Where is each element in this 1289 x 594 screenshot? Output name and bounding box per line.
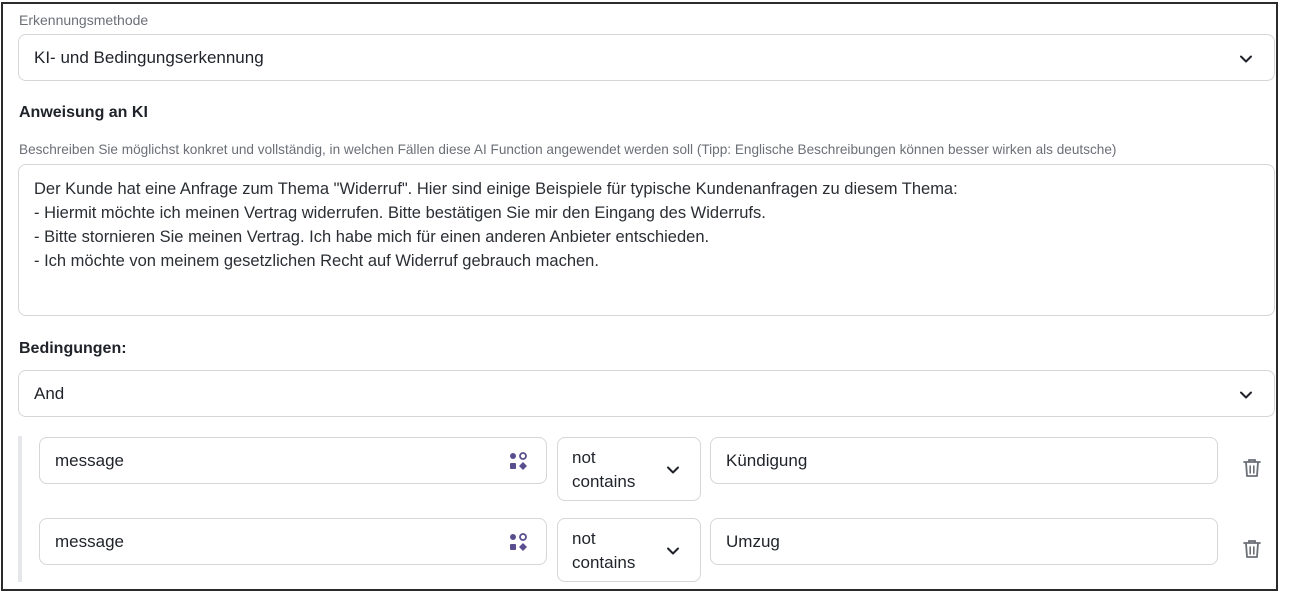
detection-method-select[interactable]: KI- und Bedingungserkennung (18, 34, 1275, 81)
conditions-heading: Bedingungen: (19, 340, 127, 357)
operator-line: not (572, 448, 596, 467)
instruction-line: - Hiermit möchte ich meinen Vertrag wide… (34, 204, 766, 222)
operator-line: contains (572, 472, 636, 491)
chevron-down-icon (1240, 55, 1252, 63)
panel-border-right (1276, 2, 1278, 591)
condition-operator-select[interactable]: not contains (557, 518, 701, 582)
condition-value-input[interactable]: Umzug (710, 518, 1218, 565)
operator-line: not (572, 529, 596, 548)
chevron-down-icon (667, 547, 679, 555)
instruction-line: Der Kunde hat eine Anfrage zum Thema "Wi… (34, 180, 958, 198)
variable-picker-icon[interactable] (508, 451, 528, 471)
instruction-help-text: Beschreiben Sie möglichst konkret und vo… (19, 142, 1117, 157)
detection-method-value: KI- und Bedingungserkennung (34, 48, 264, 67)
condition-value-input[interactable]: Kündigung (710, 437, 1218, 484)
instruction-line: - Bitte stornieren Sie meinen Vertrag. I… (34, 228, 710, 246)
condition-group-bar (18, 436, 22, 582)
condition-value-text: Umzug (726, 532, 780, 551)
condition-field-input[interactable]: message (39, 437, 547, 484)
trash-icon[interactable] (1243, 458, 1261, 478)
variable-picker-icon[interactable] (508, 532, 528, 552)
condition-value-text: Kündigung (726, 451, 808, 470)
condition-operator-value: not contains (572, 446, 652, 494)
operator-line: contains (572, 553, 636, 572)
condition-operator-select[interactable]: not contains (557, 437, 701, 501)
chevron-down-icon (1240, 391, 1252, 399)
detection-method-label: Erkennungsmethode (19, 12, 149, 28)
instruction-heading: Anweisung an KI (19, 104, 148, 121)
conditions-logic-value: And (34, 384, 65, 403)
instruction-textarea[interactable]: Der Kunde hat eine Anfrage zum Thema "Wi… (18, 164, 1275, 316)
chevron-down-icon (667, 466, 679, 474)
condition-field-input[interactable]: message (39, 518, 547, 565)
conditions-logic-select[interactable]: And (18, 370, 1275, 417)
trash-icon[interactable] (1243, 539, 1261, 559)
condition-field-value: message (55, 451, 124, 470)
instruction-line: - Ich möchte von meinem gesetzlichen Rec… (34, 252, 599, 270)
condition-operator-value: not contains (572, 527, 652, 575)
condition-field-value: message (55, 532, 124, 551)
